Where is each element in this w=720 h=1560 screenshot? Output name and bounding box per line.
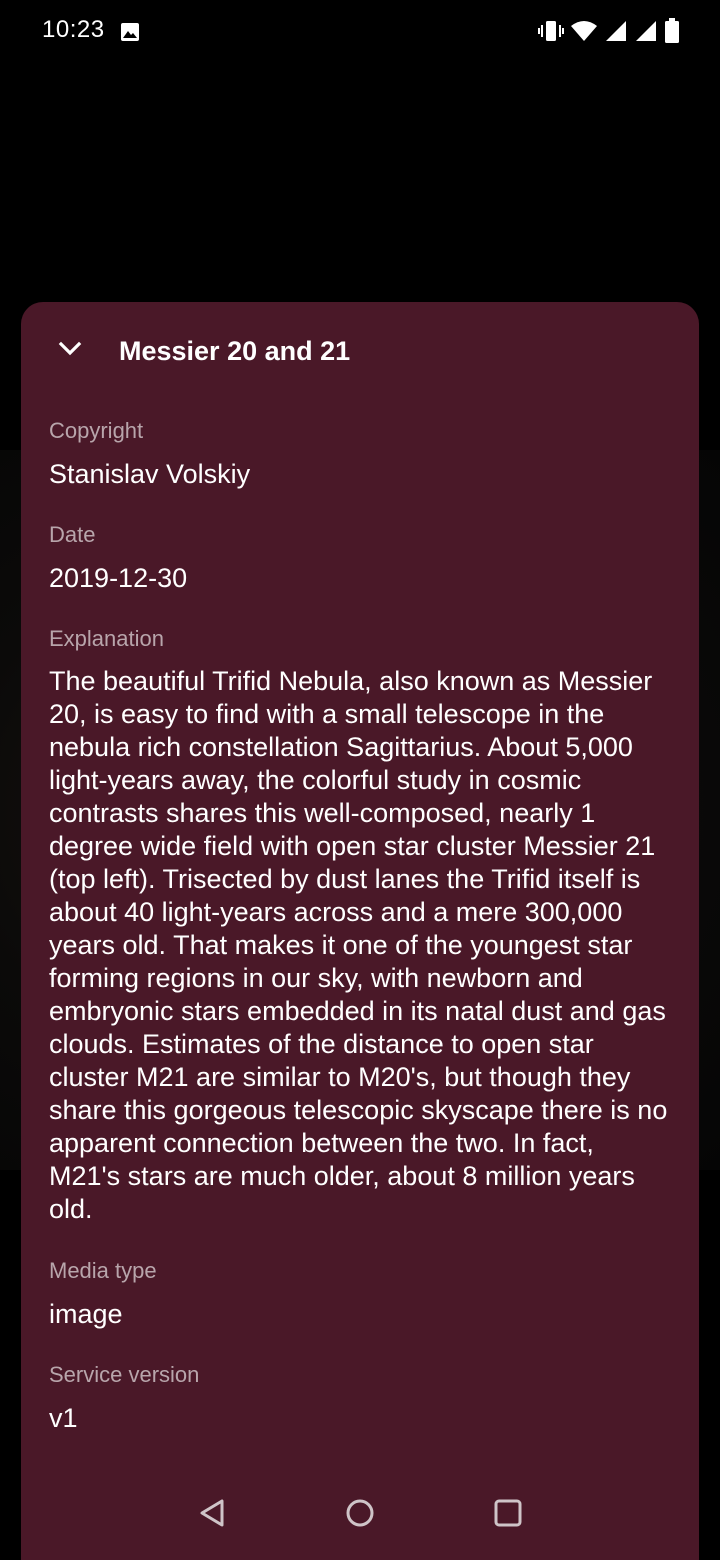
status-bar: 10:23 bbox=[0, 0, 720, 64]
sheet-header: Messier 20 and 21 bbox=[21, 302, 699, 402]
media-type-value: image bbox=[49, 1299, 123, 1329]
service-version-label: Service version bbox=[49, 1362, 200, 1387]
vibrate-icon bbox=[538, 19, 564, 43]
date-label: Date bbox=[49, 522, 96, 547]
date-field: Date 2019-12-30 bbox=[49, 521, 669, 595]
signal-icon bbox=[634, 19, 658, 43]
status-time: 10:23 bbox=[42, 16, 105, 43]
photo-icon bbox=[120, 22, 140, 42]
status-icons bbox=[538, 18, 680, 44]
sheet-title: Messier 20 and 21 bbox=[119, 336, 351, 366]
collapse-button[interactable] bbox=[47, 328, 93, 374]
media-type-label: Media type bbox=[49, 1258, 157, 1283]
screen: 10:23 Messier 20 and 21 Copyright Stanis… bbox=[0, 0, 720, 1560]
battery-icon bbox=[664, 18, 680, 44]
navigation-bar bbox=[0, 1470, 720, 1560]
service-version-value: v1 bbox=[49, 1403, 78, 1433]
explanation-label: Explanation bbox=[49, 626, 164, 651]
home-button[interactable] bbox=[335, 1490, 385, 1540]
recents-icon bbox=[493, 1498, 523, 1533]
chevron-down-icon bbox=[58, 341, 82, 362]
home-icon bbox=[345, 1498, 375, 1533]
copyright-field: Copyright Stanislav Volskiy bbox=[49, 417, 669, 491]
details-sheet: Messier 20 and 21 Copyright Stanislav Vo… bbox=[21, 302, 699, 1560]
back-button[interactable] bbox=[188, 1490, 238, 1540]
copyright-label: Copyright bbox=[49, 418, 144, 443]
date-value: 2019-12-30 bbox=[49, 563, 188, 593]
media-type-field: Media type image bbox=[49, 1257, 669, 1331]
explanation-field: Explanation The beautiful Trifid Nebula,… bbox=[49, 625, 669, 1226]
back-icon bbox=[198, 1498, 228, 1533]
explanation-value: The beautiful Trifid Nebula, also known … bbox=[49, 666, 668, 1224]
signal-icon bbox=[604, 19, 628, 43]
copyright-value: Stanislav Volskiy bbox=[49, 459, 251, 489]
service-version-field: Service version v1 bbox=[49, 1361, 669, 1435]
wifi-icon bbox=[570, 19, 598, 43]
recents-button[interactable] bbox=[483, 1490, 533, 1540]
